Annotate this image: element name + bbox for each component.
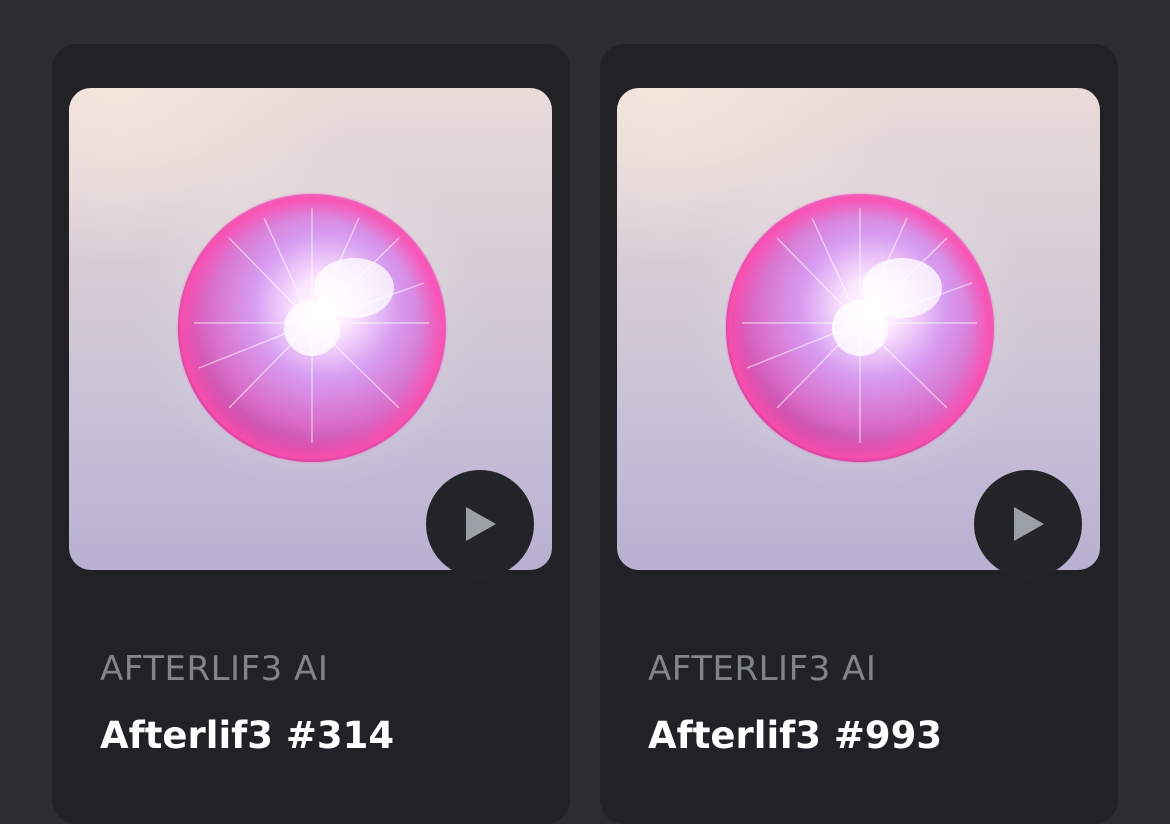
play-icon bbox=[466, 507, 496, 541]
play-button[interactable] bbox=[974, 470, 1082, 578]
token-name[interactable]: Afterlif3 #993 bbox=[648, 714, 942, 757]
nft-card-1[interactable]: AFTERLIF3 AI Afterlif3 #314 bbox=[52, 44, 570, 824]
collection-name[interactable]: AFTERLIF3 AI bbox=[648, 649, 876, 689]
collection-name[interactable]: AFTERLIF3 AI bbox=[100, 649, 328, 689]
nft-card-2[interactable]: AFTERLIF3 AI Afterlif3 #993 bbox=[600, 44, 1118, 824]
token-name[interactable]: Afterlif3 #314 bbox=[100, 714, 394, 757]
play-button[interactable] bbox=[426, 470, 534, 578]
play-icon bbox=[1014, 507, 1044, 541]
